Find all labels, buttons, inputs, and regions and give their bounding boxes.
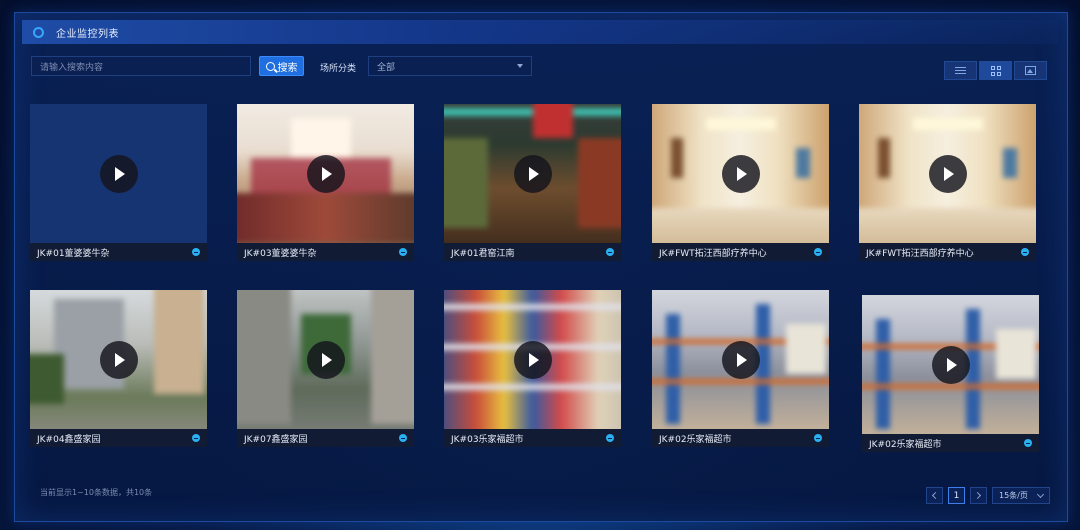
page-size-value: 15条/页 (999, 491, 1028, 500)
camera-caption: JK#FWT拓汪西部疗养中心 (859, 243, 1036, 261)
camera-caption: JK#03董婆婆牛杂 (237, 243, 414, 261)
ring-icon (33, 26, 44, 38)
camera-name: JK#03董婆婆牛杂 (244, 248, 317, 259)
camera-caption: JK#03乐家福超市 (444, 429, 621, 447)
remove-icon[interactable] (1024, 439, 1032, 447)
page-number-button[interactable]: 1 (948, 487, 965, 504)
page-title: 企业监控列表 (56, 28, 119, 40)
camera-name: JK#07鑫盛家园 (244, 434, 308, 445)
category-select[interactable]: 全部 (368, 56, 532, 76)
camera-card[interactable]: JK#02乐家福超市 (652, 290, 829, 447)
remove-icon[interactable] (606, 248, 614, 256)
play-icon[interactable] (928, 154, 967, 193)
camera-caption: JK#02乐家福超市 (862, 434, 1039, 452)
search-button-label: 搜索 (277, 62, 298, 74)
camera-thumbnail (444, 104, 621, 243)
camera-card[interactable]: JK#01君窑江南 (444, 104, 621, 261)
camera-caption: JK#07鑫盛家园 (237, 429, 414, 447)
camera-thumbnail (237, 104, 414, 243)
camera-card[interactable]: JK#03乐家福超市 (444, 290, 621, 447)
chevron-left-icon (931, 491, 940, 500)
play-icon[interactable] (721, 154, 760, 193)
play-icon[interactable] (306, 154, 345, 193)
category-label: 场所分类 (320, 64, 357, 74)
camera-thumbnail (237, 290, 414, 429)
search-icon (265, 61, 275, 71)
list-view-button[interactable] (944, 61, 977, 80)
play-icon[interactable] (513, 340, 552, 379)
camera-card[interactable]: JK#FWT拓汪西部疗养中心 (859, 104, 1036, 261)
camera-card[interactable]: JK#02乐家福超市 (862, 295, 1039, 452)
remove-icon[interactable] (814, 248, 822, 256)
pagination: 1 15条/页 (926, 487, 1050, 504)
camera-name: JK#FWT拓汪西部疗养中心 (866, 248, 974, 259)
camera-name: JK#04鑫盛家园 (37, 434, 101, 445)
camera-caption: JK#01董婆婆牛杂 (30, 243, 207, 261)
search-button[interactable]: 搜索 (259, 56, 304, 76)
chevron-down-icon (1036, 490, 1045, 498)
camera-card[interactable]: JK#01董婆婆牛杂 (30, 104, 207, 261)
camera-caption: JK#01君窑江南 (444, 243, 621, 261)
remove-icon[interactable] (1021, 248, 1029, 256)
camera-name: JK#FWT拓汪西部疗养中心 (659, 248, 767, 259)
panel-header: 企业监控列表 (22, 20, 1058, 44)
chevron-down-icon (517, 64, 523, 68)
camera-thumbnail (859, 104, 1036, 243)
play-icon[interactable] (513, 154, 552, 193)
image-icon (1025, 66, 1036, 75)
grid-view-button[interactable] (979, 61, 1012, 80)
camera-thumbnail (30, 290, 207, 429)
camera-thumbnail (444, 290, 621, 429)
play-icon[interactable] (306, 340, 345, 379)
camera-card[interactable]: JK#FWT拓汪西部疗养中心 (652, 104, 829, 261)
category-select-value: 全部 (377, 62, 396, 73)
next-page-button[interactable] (970, 487, 987, 504)
camera-name: JK#01君窑江南 (451, 248, 515, 259)
remove-icon[interactable] (399, 248, 407, 256)
remove-icon[interactable] (814, 434, 822, 442)
camera-thumbnail (652, 290, 829, 429)
camera-thumbnail (30, 104, 207, 243)
play-icon[interactable] (99, 154, 138, 193)
image-view-button[interactable] (1014, 61, 1047, 80)
camera-thumbnail (652, 104, 829, 243)
camera-caption: JK#FWT拓汪西部疗养中心 (652, 243, 829, 261)
grid-icon (990, 65, 1001, 76)
camera-caption: JK#02乐家福超市 (652, 429, 829, 447)
remove-icon[interactable] (606, 434, 614, 442)
play-icon[interactable] (721, 340, 760, 379)
chevron-right-icon (973, 491, 982, 500)
play-icon[interactable] (99, 340, 138, 379)
total-count-text: 当前显示1~10条数据，共10条 (40, 488, 153, 497)
remove-icon[interactable] (399, 434, 407, 442)
remove-icon[interactable] (192, 248, 200, 256)
prev-page-button[interactable] (926, 487, 943, 504)
remove-icon[interactable] (192, 434, 200, 442)
camera-caption: JK#04鑫盛家园 (30, 429, 207, 447)
page-size-select[interactable]: 15条/页 (992, 487, 1050, 504)
camera-card[interactable]: JK#07鑫盛家园 (237, 290, 414, 447)
camera-card[interactable]: JK#03董婆婆牛杂 (237, 104, 414, 261)
camera-name: JK#02乐家福超市 (659, 434, 732, 445)
camera-name: JK#02乐家福超市 (869, 439, 942, 450)
play-icon[interactable] (931, 345, 970, 384)
search-input[interactable]: 请输入搜索内容 (31, 56, 251, 76)
camera-name: JK#03乐家福超市 (451, 434, 524, 445)
list-icon (955, 66, 966, 75)
camera-thumbnail (862, 295, 1039, 434)
camera-name: JK#01董婆婆牛杂 (37, 248, 110, 259)
camera-card[interactable]: JK#04鑫盛家园 (30, 290, 207, 447)
view-switcher (944, 61, 1047, 80)
